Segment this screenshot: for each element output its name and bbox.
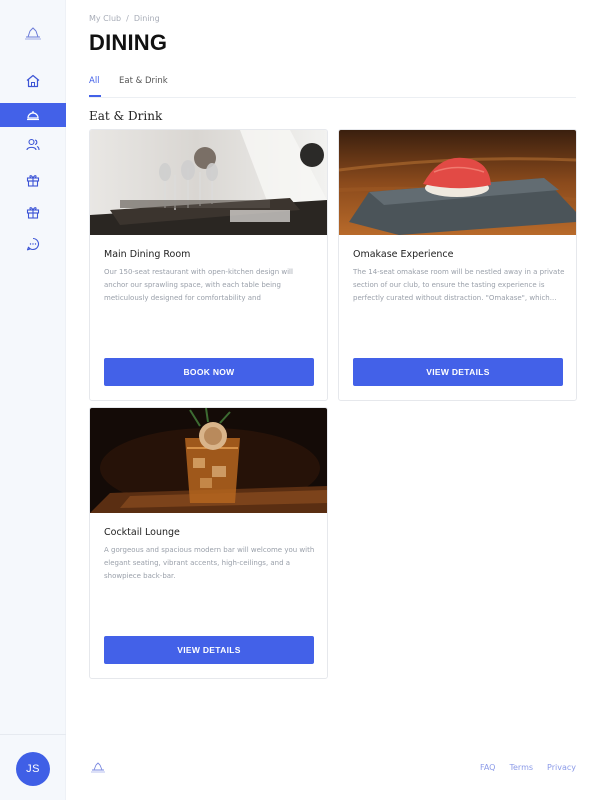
dining-room-image — [90, 130, 327, 235]
people-icon — [26, 138, 40, 151]
cloche-icon — [27, 111, 39, 121]
chat-icon — [26, 237, 39, 251]
section-title: Eat & Drink — [89, 109, 163, 123]
footer-link-privacy[interactable]: Privacy — [547, 763, 576, 772]
tab-bar: All Eat & Drink — [89, 74, 576, 98]
tab-all[interactable]: All — [89, 76, 100, 86]
home-icon — [26, 74, 40, 88]
footer-logo-icon[interactable] — [90, 760, 106, 774]
card-description: A gorgeous and spacious modern bar will … — [104, 546, 315, 580]
cocktail-image — [90, 408, 327, 513]
breadcrumb-root[interactable]: My Club — [89, 14, 121, 23]
card-main-dining-room: Main Dining Room Our 150-seat restaurant… — [89, 129, 328, 401]
footer-link-terms[interactable]: Terms — [509, 763, 533, 772]
card-description: Our 150-seat restaurant with open-kitche… — [104, 268, 293, 302]
view-details-button[interactable]: VIEW DETAILS — [353, 358, 563, 386]
gift-icon — [26, 175, 40, 187]
card-title: Omakase Experience — [353, 249, 454, 260]
sidebar-item-dining[interactable] — [0, 103, 66, 127]
avatar[interactable]: JS — [16, 752, 50, 786]
sidebar-divider — [0, 734, 66, 735]
sidebar-item-messages[interactable] — [0, 232, 66, 256]
gift-icon — [26, 207, 40, 219]
card-title: Cocktail Lounge — [104, 527, 180, 538]
card-cocktail-lounge: Cocktail Lounge A gorgeous and spacious … — [89, 407, 328, 679]
card-title: Main Dining Room — [104, 249, 191, 260]
view-details-button[interactable]: VIEW DETAILS — [104, 636, 314, 664]
card-description: The 14-seat omakase room will be nestled… — [353, 268, 565, 302]
footer-links: FAQ Terms Privacy — [466, 763, 576, 772]
card-omakase-experience: Omakase Experience The 14-seat omakase r… — [338, 129, 577, 401]
breadcrumb: My Club / Dining — [89, 14, 160, 23]
book-now-button[interactable]: BOOK NOW — [104, 358, 314, 386]
sidebar-item-perks[interactable] — [0, 168, 66, 192]
page-title: DINING — [89, 30, 168, 55]
sidebar: JS — [0, 0, 66, 800]
sidebar-item-offers[interactable] — [0, 200, 66, 224]
breadcrumb-separator: / — [126, 14, 129, 23]
sidebar-item-members[interactable] — [0, 133, 66, 157]
footer-link-faq[interactable]: FAQ — [480, 763, 496, 772]
sushi-image — [339, 130, 576, 235]
club-logo-icon[interactable] — [22, 22, 44, 44]
active-tab-indicator — [89, 95, 101, 97]
breadcrumb-current: Dining — [133, 14, 160, 23]
tab-eat-drink[interactable]: Eat & Drink — [119, 76, 168, 86]
sidebar-item-home[interactable] — [0, 69, 66, 93]
